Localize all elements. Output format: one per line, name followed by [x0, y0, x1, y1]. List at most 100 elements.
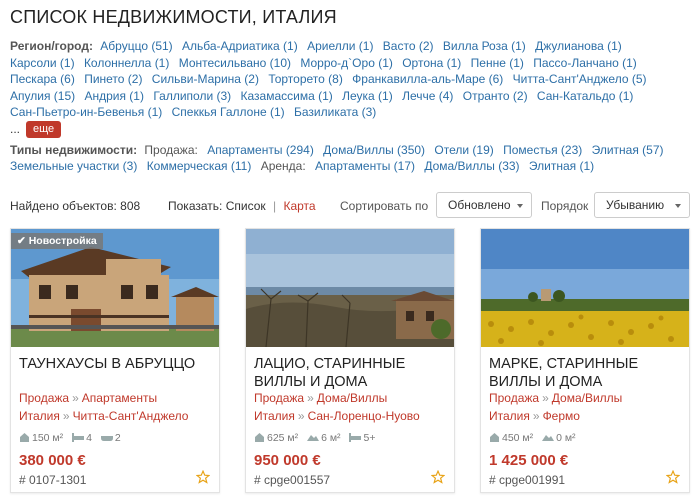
- sale-label: Продажа:: [144, 142, 198, 157]
- bedrooms-value: 4: [86, 432, 92, 444]
- city-link[interactable]: Читта-Сант'Анджело: [73, 409, 189, 423]
- region-link[interactable]: Альба-Адриатика (1): [182, 39, 298, 53]
- region-link[interactable]: Торторето (8): [268, 72, 343, 86]
- more-regions-button[interactable]: еще: [26, 120, 62, 138]
- listing-photo[interactable]: ✔ Новостройка: [11, 229, 219, 347]
- listing-location: Италия» Читта-Сант'Анджело: [19, 409, 189, 423]
- region-link[interactable]: Пенне (1): [471, 56, 524, 70]
- region-link[interactable]: Галлиполи (3): [153, 89, 231, 103]
- region-link[interactable]: Спеккья Галлоне (1): [172, 105, 285, 119]
- listing-specs: 450 м² 0 м²: [489, 432, 582, 444]
- land-value: 0 м²: [556, 432, 576, 444]
- region-link[interactable]: Казамассима (1): [241, 89, 333, 103]
- country-link[interactable]: Италия: [254, 409, 295, 423]
- city-link[interactable]: Фермо: [543, 409, 580, 423]
- order-select[interactable]: Убыванию: [594, 192, 690, 218]
- view-separator: |: [272, 199, 277, 213]
- listing-category: Продажа» Апартаменты: [19, 391, 158, 405]
- type-link[interactable]: Апартаменты: [82, 391, 157, 405]
- region-link[interactable]: Джулианова (1): [535, 39, 622, 53]
- type-filter: Типы недвижимости: Продажа: Апартаменты …: [10, 142, 696, 175]
- view-switch-label: Показать:: [168, 199, 223, 213]
- region-link[interactable]: Карсоли (1): [10, 56, 75, 70]
- rent-type-link[interactable]: Элитная (1): [529, 159, 594, 173]
- city-link[interactable]: Сан-Лоренцо-Нуово: [308, 409, 420, 423]
- region-link[interactable]: Ариелли (1): [307, 39, 373, 53]
- region-link[interactable]: Монтесильвано (10): [179, 56, 291, 70]
- new-build-badge: ✔ Новостройка: [11, 233, 103, 249]
- area-icon: [490, 433, 499, 442]
- region-link[interactable]: Сан-Пьетро-ин-Бевенья (1): [10, 105, 162, 119]
- sale-type-link[interactable]: Апартаменты (294): [207, 143, 314, 157]
- region-link[interactable]: Леука (1): [342, 89, 393, 103]
- sale-type-link[interactable]: Поместья (23): [503, 143, 582, 157]
- deal-link[interactable]: Продажа: [254, 391, 304, 405]
- region-link[interactable]: Ортона (1): [402, 56, 461, 70]
- area-icon: [20, 433, 29, 442]
- view-switch: Показать: Список | Карта: [168, 199, 316, 213]
- chevron-down-icon: [675, 204, 681, 208]
- sale-type-link[interactable]: Отели (19): [434, 143, 493, 157]
- land-value: 6 м²: [321, 432, 341, 444]
- sale-type-link[interactable]: Элитная (57): [592, 143, 664, 157]
- listing-category: Продажа» Дома/Виллы: [489, 391, 623, 405]
- page-title: СПИСОК НЕДВИЖИМОСТИ, ИТАЛИЯ: [10, 7, 337, 27]
- listing-title[interactable]: МАРКЕ, СТАРИННЫЕ ВИЛЛЫ И ДОМА: [489, 355, 684, 391]
- sort-select[interactable]: Обновлено: [436, 192, 532, 218]
- region-link[interactable]: Франкавилла-аль-Маре (6): [352, 72, 503, 86]
- type-link[interactable]: Дома/Виллы: [552, 391, 623, 405]
- star-icon[interactable]: [666, 470, 680, 484]
- region-link[interactable]: Андрия (1): [84, 89, 144, 103]
- region-link[interactable]: Базиликата (3): [294, 105, 376, 119]
- listing-title[interactable]: ЛАЦИО, СТАРИННЫЕ ВИЛЛЫ И ДОМА: [254, 355, 449, 391]
- filters-panel: Регион/город: Абруццо (51) Альба-Адриати…: [10, 38, 696, 179]
- region-link[interactable]: Колоннелла (1): [84, 56, 169, 70]
- star-icon[interactable]: [196, 470, 210, 484]
- region-link[interactable]: Васто (2): [383, 39, 434, 53]
- region-link[interactable]: Морро-д`Оро (1): [300, 56, 393, 70]
- type-filter-label: Типы недвижимости:: [10, 142, 138, 157]
- region-link[interactable]: Читта-Сант'Анджело (5): [513, 72, 647, 86]
- view-list-link[interactable]: Список: [226, 199, 266, 213]
- listing-ref: # 0107-1301: [19, 473, 87, 487]
- rent-type-link[interactable]: Дома/Виллы (33): [424, 159, 519, 173]
- listing-photo[interactable]: [481, 229, 689, 347]
- region-link[interactable]: Сильви-Марина (2): [152, 72, 259, 86]
- deal-link[interactable]: Продажа: [19, 391, 69, 405]
- type-link[interactable]: Дома/Виллы: [317, 391, 388, 405]
- country-link[interactable]: Италия: [19, 409, 60, 423]
- region-link[interactable]: Апулия (15): [10, 89, 75, 103]
- region-link[interactable]: Отранто (2): [463, 89, 528, 103]
- sale-type-link[interactable]: Дома/Виллы (350): [323, 143, 425, 157]
- listing-photo[interactable]: [246, 229, 454, 347]
- region-link[interactable]: Сан-Катальдо (1): [537, 89, 633, 103]
- bed-icon: [72, 433, 85, 442]
- sale-type-link[interactable]: Коммерческая (11): [147, 159, 252, 173]
- chevron-down-icon: [517, 204, 523, 208]
- listing-location: Италия» Сан-Лоренцо-Нуово: [254, 409, 420, 423]
- listing-price: 380 000 €: [19, 452, 86, 469]
- bed-icon: [349, 433, 362, 442]
- badge-label: Новостройка: [28, 235, 97, 247]
- area-value: 625 м²: [267, 432, 299, 444]
- star-icon[interactable]: [431, 470, 445, 484]
- listing-title[interactable]: ТАУНХАУСЫ В АБРУЦЦО: [19, 355, 214, 373]
- region-link[interactable]: Пинето (2): [84, 72, 142, 86]
- country-link[interactable]: Италия: [489, 409, 530, 423]
- rent-type-link[interactable]: Апартаменты (17): [315, 159, 415, 173]
- bath-icon: [100, 436, 113, 441]
- bathrooms-value: 2: [114, 432, 121, 444]
- sale-type-link[interactable]: Земельные участки (3): [10, 159, 137, 173]
- order-label: Порядок: [541, 199, 589, 213]
- region-link[interactable]: Пескара (6): [10, 72, 75, 86]
- listing-card[interactable]: ✔ Новостройка ТАУНХАУСЫ В АБРУЦЦО Продаж…: [10, 228, 220, 493]
- region-link[interactable]: Абруццо (51): [100, 39, 172, 53]
- listing-card[interactable]: ЛАЦИО, СТАРИННЫЕ ВИЛЛЫ И ДОМА Продажа» До…: [245, 228, 455, 493]
- region-link[interactable]: Пассо-Ланчано (1): [533, 56, 637, 70]
- region-link[interactable]: Лечче (4): [402, 89, 453, 103]
- view-map-link[interactable]: Карта: [283, 199, 315, 213]
- listing-price: 950 000 €: [254, 452, 321, 469]
- deal-link[interactable]: Продажа: [489, 391, 539, 405]
- region-link[interactable]: Вилла Роза (1): [443, 39, 526, 53]
- listing-card[interactable]: МАРКЕ, СТАРИННЫЕ ВИЛЛЫ И ДОМА Продажа» До…: [480, 228, 690, 493]
